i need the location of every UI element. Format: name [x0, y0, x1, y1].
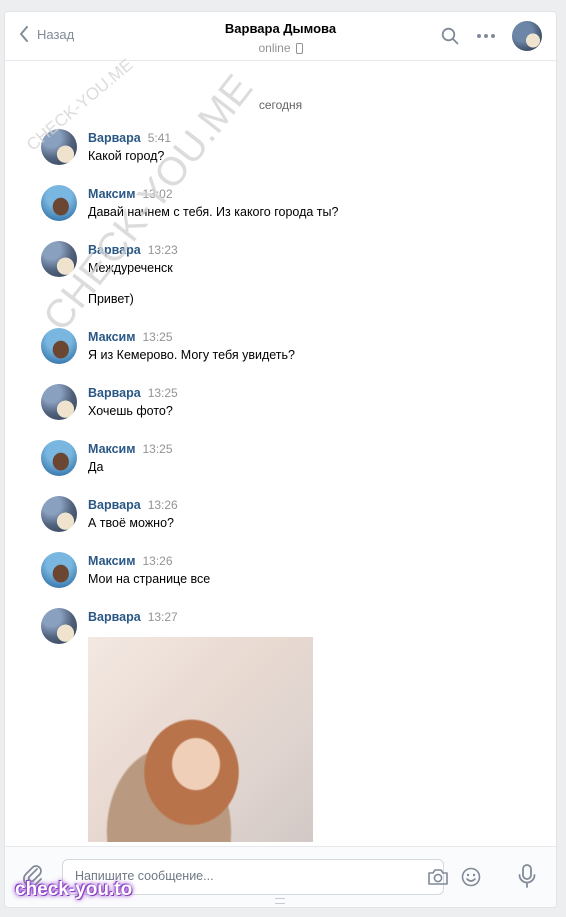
avatar[interactable]: [41, 241, 77, 277]
message-time: 13:02: [142, 187, 173, 201]
message-author[interactable]: Варвара: [88, 498, 141, 512]
message-text: А твоё можно?: [88, 516, 174, 530]
message-time: 13:23: [147, 243, 178, 257]
message-time: 13:26: [142, 554, 173, 568]
message-time: 13:27: [147, 610, 178, 624]
avatar[interactable]: [41, 129, 77, 165]
more-icon[interactable]: [476, 33, 496, 39]
message-text: Мои на странице все: [88, 572, 211, 586]
message-author[interactable]: Варвара: [88, 243, 141, 257]
smile-icon[interactable]: [461, 867, 481, 890]
phone-icon: [295, 42, 303, 54]
message-input-wrapper: [62, 859, 481, 895]
message-time: 13:25: [142, 330, 173, 344]
chat-header: Назад Варвара Дымова online: [5, 12, 556, 61]
paperclip-icon[interactable]: [22, 863, 44, 890]
message-text: Привет): [88, 292, 134, 306]
message-text: Какой город?: [88, 149, 165, 163]
avatar[interactable]: [41, 496, 77, 532]
status-text: online: [258, 41, 291, 55]
date-separator: сегодня: [258, 98, 303, 112]
message-author[interactable]: Максим: [88, 442, 136, 456]
avatar[interactable]: [41, 384, 77, 420]
message-input[interactable]: [63, 860, 415, 892]
message-time: 13:26: [147, 498, 178, 512]
message-author[interactable]: Варвара: [88, 610, 141, 624]
camera-icon[interactable]: [427, 868, 449, 889]
avatar[interactable]: [41, 440, 77, 476]
online-status: online: [258, 41, 303, 55]
resize-handle[interactable]: [275, 898, 285, 904]
message-text: Междуреченск: [88, 261, 173, 275]
microphone-icon[interactable]: [518, 864, 536, 891]
message-text: Давай начнем с тебя. Из какого города ты…: [88, 205, 339, 219]
message-author[interactable]: Варвара: [88, 386, 141, 400]
chat-panel: Назад Варвара Дымова online сегодня Варв…: [4, 11, 557, 908]
message-time: 13:25: [147, 386, 178, 400]
message-author[interactable]: Максим: [88, 187, 136, 201]
message-author[interactable]: Варвара: [88, 131, 141, 145]
search-icon[interactable]: [441, 27, 459, 45]
avatar[interactable]: [41, 552, 77, 588]
message-text: Я из Кемерово. Могу тебя увидеть?: [88, 348, 295, 362]
photo-attachment[interactable]: [88, 637, 313, 842]
message-author[interactable]: Максим: [88, 554, 136, 568]
avatar[interactable]: [41, 328, 77, 364]
message-time: 13:25: [142, 442, 173, 456]
message-text: Хочешь фото?: [88, 404, 173, 418]
avatar[interactable]: [41, 608, 77, 644]
message-time: 5:41: [147, 131, 172, 145]
composer-bar: [5, 846, 556, 907]
avatar[interactable]: [41, 185, 77, 221]
contact-avatar[interactable]: [512, 21, 542, 51]
message-author[interactable]: Максим: [88, 330, 136, 344]
message-text: Да: [88, 460, 104, 474]
